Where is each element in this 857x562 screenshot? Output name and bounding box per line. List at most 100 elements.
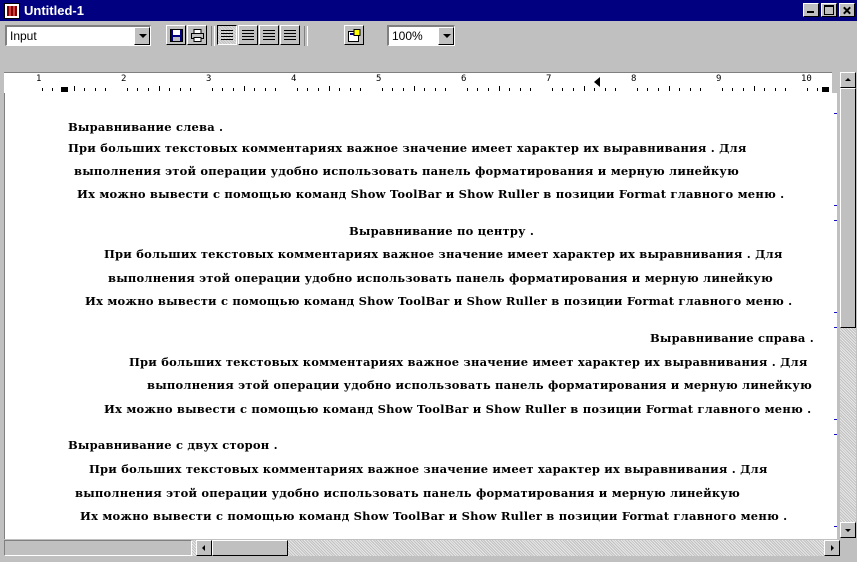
ruler-tick xyxy=(318,88,319,91)
ruler-tick xyxy=(329,86,330,91)
heading-center: Выравнивание по центру . xyxy=(349,224,535,238)
paragraph-line: Их можно вывести с помощью команд Show T… xyxy=(77,187,785,201)
ruler-tick xyxy=(74,86,75,91)
right-indent-marker[interactable] xyxy=(821,83,831,93)
chevron-down-icon[interactable] xyxy=(438,27,454,45)
paragraph-bracket xyxy=(834,327,837,420)
ruler-tick xyxy=(530,88,531,91)
paragraph-line: выполнения этой операции удобно использо… xyxy=(108,271,773,285)
app-window: Untitled-1 Input 100% 1 2 3 4 5 6 7 8 9 … xyxy=(0,0,857,562)
paragraph-line: Их можно вывести с помощью команд Show T… xyxy=(85,294,793,308)
paragraph-line: выполнения этой операции удобно использо… xyxy=(147,378,812,392)
ruler-tick xyxy=(95,88,96,91)
ruler-tick xyxy=(180,88,181,91)
properties-button[interactable] xyxy=(344,25,364,45)
save-icon xyxy=(170,29,183,42)
ruler-tick xyxy=(297,88,298,91)
document-area[interactable]: Выравнивание слева . При больших текстов… xyxy=(4,93,837,539)
ruler-tick xyxy=(732,88,733,91)
paragraph-line: выполнения этой операции удобно использо… xyxy=(75,486,740,500)
ruler-tick xyxy=(807,88,808,91)
ruler-tick xyxy=(392,88,393,91)
style-select[interactable]: Input xyxy=(5,25,151,46)
style-select-value: Input xyxy=(10,29,37,43)
ruler-tick xyxy=(254,88,255,91)
paragraph-line: Их можно вывести с помощью команд Show T… xyxy=(104,402,812,416)
ruler-number: 4 xyxy=(291,74,297,84)
ruler-number: 10 xyxy=(801,74,812,84)
close-button[interactable] xyxy=(839,3,855,17)
ruler-tick xyxy=(63,88,64,91)
vertical-scroll-thumb[interactable] xyxy=(840,88,856,328)
paragraph-line: При больших текстовых комментариях важно… xyxy=(129,355,808,369)
ruler-tick xyxy=(520,88,521,91)
paragraph-line: При больших текстовых комментариях важно… xyxy=(89,462,768,476)
ruler-tick xyxy=(509,88,510,91)
paragraph-line: Их можно вывести с помощью команд Show T… xyxy=(80,509,788,523)
paragraph-line: При больших текстовых комментариях важно… xyxy=(68,141,747,155)
ruler-tick xyxy=(350,88,351,91)
scroll-down-button[interactable] xyxy=(840,522,856,538)
heading-justify: Выравнивание с двух сторон . xyxy=(68,438,278,452)
ruler-tick xyxy=(382,88,383,91)
ruler-tick xyxy=(159,86,160,91)
ruler-number: 2 xyxy=(121,74,127,84)
ruler-tick xyxy=(222,88,223,91)
align-justify-icon xyxy=(284,30,296,41)
ruler-tick xyxy=(137,88,138,91)
ruler-tick xyxy=(658,88,659,91)
properties-icon xyxy=(348,29,361,42)
paragraph-line: выполнения этой операции удобно использо… xyxy=(74,164,739,178)
ruler-tick xyxy=(190,88,191,91)
print-button[interactable] xyxy=(187,25,207,45)
left-indent-marker[interactable] xyxy=(60,83,70,93)
ruler-tick xyxy=(594,88,595,91)
ruler-tick xyxy=(817,88,818,91)
ruler-tick xyxy=(435,88,436,91)
paragraph-bracket xyxy=(834,113,837,206)
ruler-tick xyxy=(360,88,361,91)
window-controls xyxy=(801,3,855,17)
zoom-select-value: 100% xyxy=(392,29,423,43)
ruler-tick xyxy=(573,88,574,91)
align-right-button[interactable] xyxy=(259,25,279,45)
align-center-button[interactable] xyxy=(238,25,258,45)
ruler-tick xyxy=(499,86,500,91)
ruler[interactable]: 1 2 3 4 5 6 7 8 9 10 xyxy=(4,72,832,94)
minimize-button[interactable] xyxy=(803,3,819,17)
ruler-tick xyxy=(775,88,776,91)
app-icon[interactable] xyxy=(4,2,20,19)
align-left-icon xyxy=(221,30,233,41)
ruler-tick xyxy=(637,88,638,91)
scroll-left-button[interactable] xyxy=(196,540,212,556)
paragraph-bracket xyxy=(834,434,837,527)
ruler-tick xyxy=(647,88,648,91)
ruler-tick xyxy=(754,86,755,91)
scroll-up-button[interactable] xyxy=(840,72,856,88)
window-title: Untitled-1 xyxy=(24,3,84,18)
maximize-button[interactable] xyxy=(821,3,837,17)
scroll-right-button[interactable] xyxy=(824,540,840,556)
align-justify-button[interactable] xyxy=(280,25,300,45)
ruler-number: 9 xyxy=(716,74,722,84)
ruler-tick xyxy=(424,88,425,91)
title-bar[interactable]: Untitled-1 xyxy=(0,0,857,21)
chevron-down-icon[interactable] xyxy=(134,27,150,45)
vertical-scrollbar[interactable] xyxy=(840,72,856,538)
ruler-tick xyxy=(562,88,563,91)
horizontal-scroll-thumb[interactable] xyxy=(212,540,288,556)
ruler-tick xyxy=(148,88,149,91)
zoom-select[interactable]: 100% xyxy=(387,25,455,46)
ruler-tick xyxy=(127,88,128,91)
ruler-tick xyxy=(169,88,170,91)
ruler-tick xyxy=(467,88,468,91)
ruler-tick xyxy=(700,88,701,91)
align-left-button[interactable] xyxy=(217,25,237,45)
ruler-tick xyxy=(584,86,585,91)
toolbar-separator xyxy=(304,26,308,46)
save-button[interactable] xyxy=(166,25,186,45)
ruler-tick xyxy=(105,88,106,91)
ruler-tick xyxy=(307,88,308,91)
paragraph-bracket xyxy=(834,220,837,313)
paragraph-line: При больших текстовых комментариях важно… xyxy=(104,247,783,261)
